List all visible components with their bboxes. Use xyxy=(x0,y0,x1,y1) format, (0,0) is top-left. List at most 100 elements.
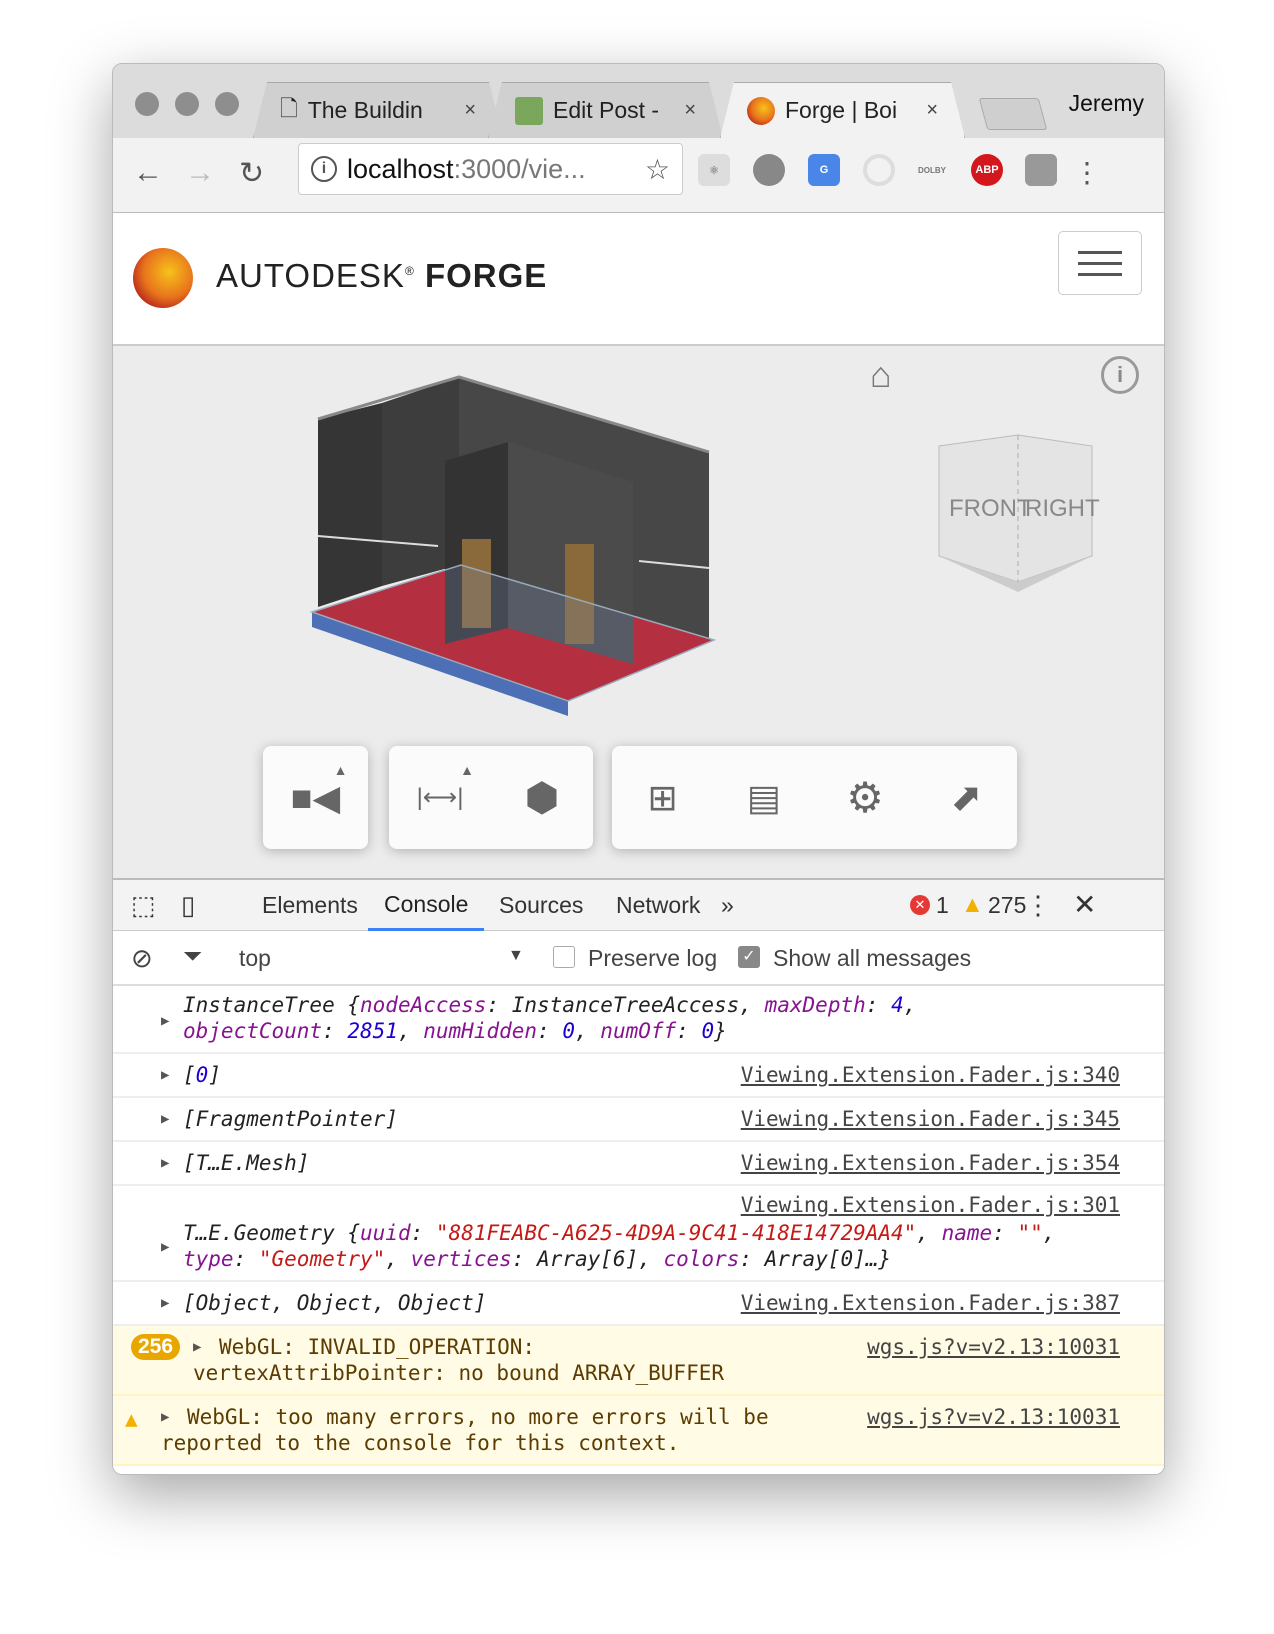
viewcube-right-label: RIGHT xyxy=(1025,495,1100,522)
close-devtools-icon[interactable]: ✕ xyxy=(1073,888,1096,921)
gear-icon: ⚙ xyxy=(846,774,884,821)
context-dropdown-icon[interactable]: ▼ xyxy=(508,947,524,965)
fire-icon[interactable] xyxy=(753,154,785,186)
tab-sources[interactable]: Sources xyxy=(483,880,599,931)
translate-icon[interactable]: G xyxy=(808,154,840,186)
close-tab-icon[interactable]: × xyxy=(464,99,476,122)
hamburger-menu-button[interactable] xyxy=(1058,231,1142,295)
properties-button[interactable]: ▤ xyxy=(724,758,804,838)
source-link[interactable]: Viewing.Extension.Fader.js:354 xyxy=(741,1150,1120,1176)
fullscreen-button[interactable]: ⬈ xyxy=(926,758,1006,838)
model-browser-button[interactable]: ⊞ xyxy=(623,758,703,838)
explode-cube-icon: ⬢ xyxy=(524,775,560,820)
console-row[interactable]: ▶ [T…E.Mesh] Viewing.Extension.Fader.js:… xyxy=(113,1142,1164,1186)
viewcube-front-label: FRONT xyxy=(949,495,1032,522)
close-window-button[interactable] xyxy=(135,92,159,116)
menu-kebab-icon[interactable]: ⋮ xyxy=(1073,156,1101,189)
modeling-toolbar-group: |⟷| ▲ ⬢ xyxy=(389,746,593,849)
devtools-tabbar: ⬚ ▯ Elements Console Sources Network » ✕… xyxy=(113,878,1164,931)
browser-tab-edit-post[interactable]: Edit Post - × xyxy=(488,82,723,138)
close-tab-icon[interactable]: × xyxy=(684,99,696,122)
context-selector[interactable]: top xyxy=(239,945,271,972)
navigation-toolbar-group: ■◀ ▲ xyxy=(263,746,368,849)
device-toolbar-icon[interactable]: ▯ xyxy=(181,890,195,921)
adblock-icon[interactable]: ABP xyxy=(971,154,1003,186)
app-header: AUTODESK® FORGE xyxy=(113,213,1164,346)
reload-icon[interactable]: ↻ xyxy=(239,156,264,191)
camera-button[interactable]: ■◀ ▲ xyxy=(276,758,356,838)
devtools-menu-icon[interactable]: ⋮ xyxy=(1025,890,1051,921)
blog-icon xyxy=(515,97,543,125)
tab-elements[interactable]: Elements xyxy=(246,880,374,931)
brand-title: AUTODESK® FORGE xyxy=(216,257,548,294)
error-icon: ✕ xyxy=(910,895,930,915)
console-row[interactable]: ▶ [FragmentPointer] Viewing.Extension.Fa… xyxy=(113,1098,1164,1142)
clear-console-icon[interactable]: ⊘ xyxy=(131,943,153,974)
browser-tab-forge[interactable]: Forge | Boi × xyxy=(720,82,965,138)
console-row[interactable]: ▶ [Object, Object, Object] Viewing.Exten… xyxy=(113,1282,1164,1326)
expand-triangle-icon[interactable]: ▶ xyxy=(161,1008,169,1034)
tab-network[interactable]: Network xyxy=(600,880,716,931)
minimize-window-button[interactable] xyxy=(175,92,199,116)
inspect-element-icon[interactable]: ⬚ xyxy=(131,890,156,921)
show-all-checkbox[interactable]: ✓ xyxy=(738,946,760,968)
tab-bar: 🗋 The Buildin × Edit Post - × Forge | Bo… xyxy=(113,64,1164,138)
console-output: ▶ InstanceTree {nodeAccess: InstanceTree… xyxy=(113,986,1164,1474)
3d-viewer[interactable]: FRONT RIGHT ⌂ i ■◀ ▲ |⟷| ▲ ⬢ ⊞ ▤ ⚙ ⬈ xyxy=(113,346,1164,878)
close-tab-icon[interactable]: × xyxy=(926,99,938,122)
properties-icon: ▤ xyxy=(746,776,781,818)
filter-icon[interactable]: ⏷ xyxy=(183,943,202,971)
more-tabs-button[interactable]: » xyxy=(705,880,750,931)
preserve-log-checkbox[interactable] xyxy=(553,946,575,968)
console-row[interactable]: ▶ InstanceTree {nodeAccess: InstanceTree… xyxy=(113,986,1164,1054)
expand-triangle-icon[interactable]: ▶ xyxy=(161,1290,169,1316)
source-link[interactable]: Viewing.Extension.Fader.js:301 xyxy=(741,1192,1120,1218)
measure-icon: |⟷| xyxy=(416,784,464,811)
error-count[interactable]: 1 xyxy=(936,892,949,919)
show-all-label[interactable]: Show all messages xyxy=(773,945,971,972)
react-icon[interactable]: ⚛ xyxy=(698,154,730,186)
source-link[interactable]: Viewing.Extension.Fader.js:345 xyxy=(741,1106,1120,1132)
preserve-log-label[interactable]: Preserve log xyxy=(588,945,717,972)
warning-count[interactable]: 275 xyxy=(988,892,1026,919)
expand-triangle-icon[interactable]: ▶ xyxy=(193,1334,201,1360)
source-link[interactable]: wgs.js?v=v2.13:10031 xyxy=(867,1334,1120,1360)
expand-triangle-icon[interactable]: ▶ xyxy=(161,1062,169,1088)
warning-icon: ▲ xyxy=(125,1407,138,1431)
explode-button[interactable]: ⬢ xyxy=(502,758,582,838)
shield-icon[interactable] xyxy=(1025,154,1057,186)
source-link[interactable]: Viewing.Extension.Fader.js:340 xyxy=(741,1062,1120,1088)
camera-icon: ■◀ xyxy=(290,776,341,818)
console-filter-bar: ⊘ ⏷ top ▼ Preserve log ✓ Show all messag… xyxy=(113,931,1164,986)
settings-button[interactable]: ⚙ xyxy=(825,758,905,838)
document-icon: 🗋 xyxy=(280,95,298,121)
address-bar[interactable]: i localhost:3000/vie... ☆ xyxy=(298,143,683,195)
dolby-icon[interactable]: DOLBY xyxy=(916,154,948,186)
measure-button[interactable]: |⟷| ▲ xyxy=(400,758,480,838)
info-icon[interactable]: i xyxy=(311,156,337,182)
forward-icon[interactable]: → xyxy=(185,156,215,190)
console-warning-row[interactable]: ▲ ▶ WebGL: too many errors, no more erro… xyxy=(113,1396,1164,1466)
ring-icon[interactable] xyxy=(863,154,895,186)
console-prompt[interactable]: › xyxy=(113,1466,1164,1474)
maximize-window-button[interactable] xyxy=(215,92,239,116)
expand-triangle-icon[interactable]: ▶ xyxy=(161,1150,169,1176)
browser-tab-building[interactable]: 🗋 The Buildin × xyxy=(253,82,503,138)
home-icon[interactable]: ⌂ xyxy=(870,354,892,396)
console-row[interactable]: ▶ [0] Viewing.Extension.Fader.js:340 xyxy=(113,1054,1164,1098)
source-link[interactable]: Viewing.Extension.Fader.js:387 xyxy=(741,1290,1120,1316)
repeat-count-badge: 256 xyxy=(131,1334,181,1360)
info-icon[interactable]: i xyxy=(1101,356,1139,394)
expand-triangle-icon[interactable]: ▶ xyxy=(161,1404,169,1430)
console-row[interactable]: Viewing.Extension.Fader.js:301 ▶ T…E.Geo… xyxy=(113,1186,1164,1282)
console-warning-row[interactable]: 256 ▶ WebGL: INVALID_OPERATION: vertexAt… xyxy=(113,1326,1164,1396)
tab-console[interactable]: Console xyxy=(368,880,485,931)
expand-triangle-icon[interactable]: ▶ xyxy=(161,1106,169,1132)
left-wall xyxy=(318,403,382,607)
new-tab-button[interactable] xyxy=(978,98,1048,130)
source-link[interactable]: wgs.js?v=v2.13:10031 xyxy=(867,1404,1120,1430)
back-icon[interactable]: ← xyxy=(133,156,163,190)
bookmark-star-icon[interactable]: ☆ xyxy=(645,153,670,186)
profile-name[interactable]: Jeremy xyxy=(1069,90,1144,117)
expand-triangle-icon[interactable]: ▶ xyxy=(161,1234,169,1260)
